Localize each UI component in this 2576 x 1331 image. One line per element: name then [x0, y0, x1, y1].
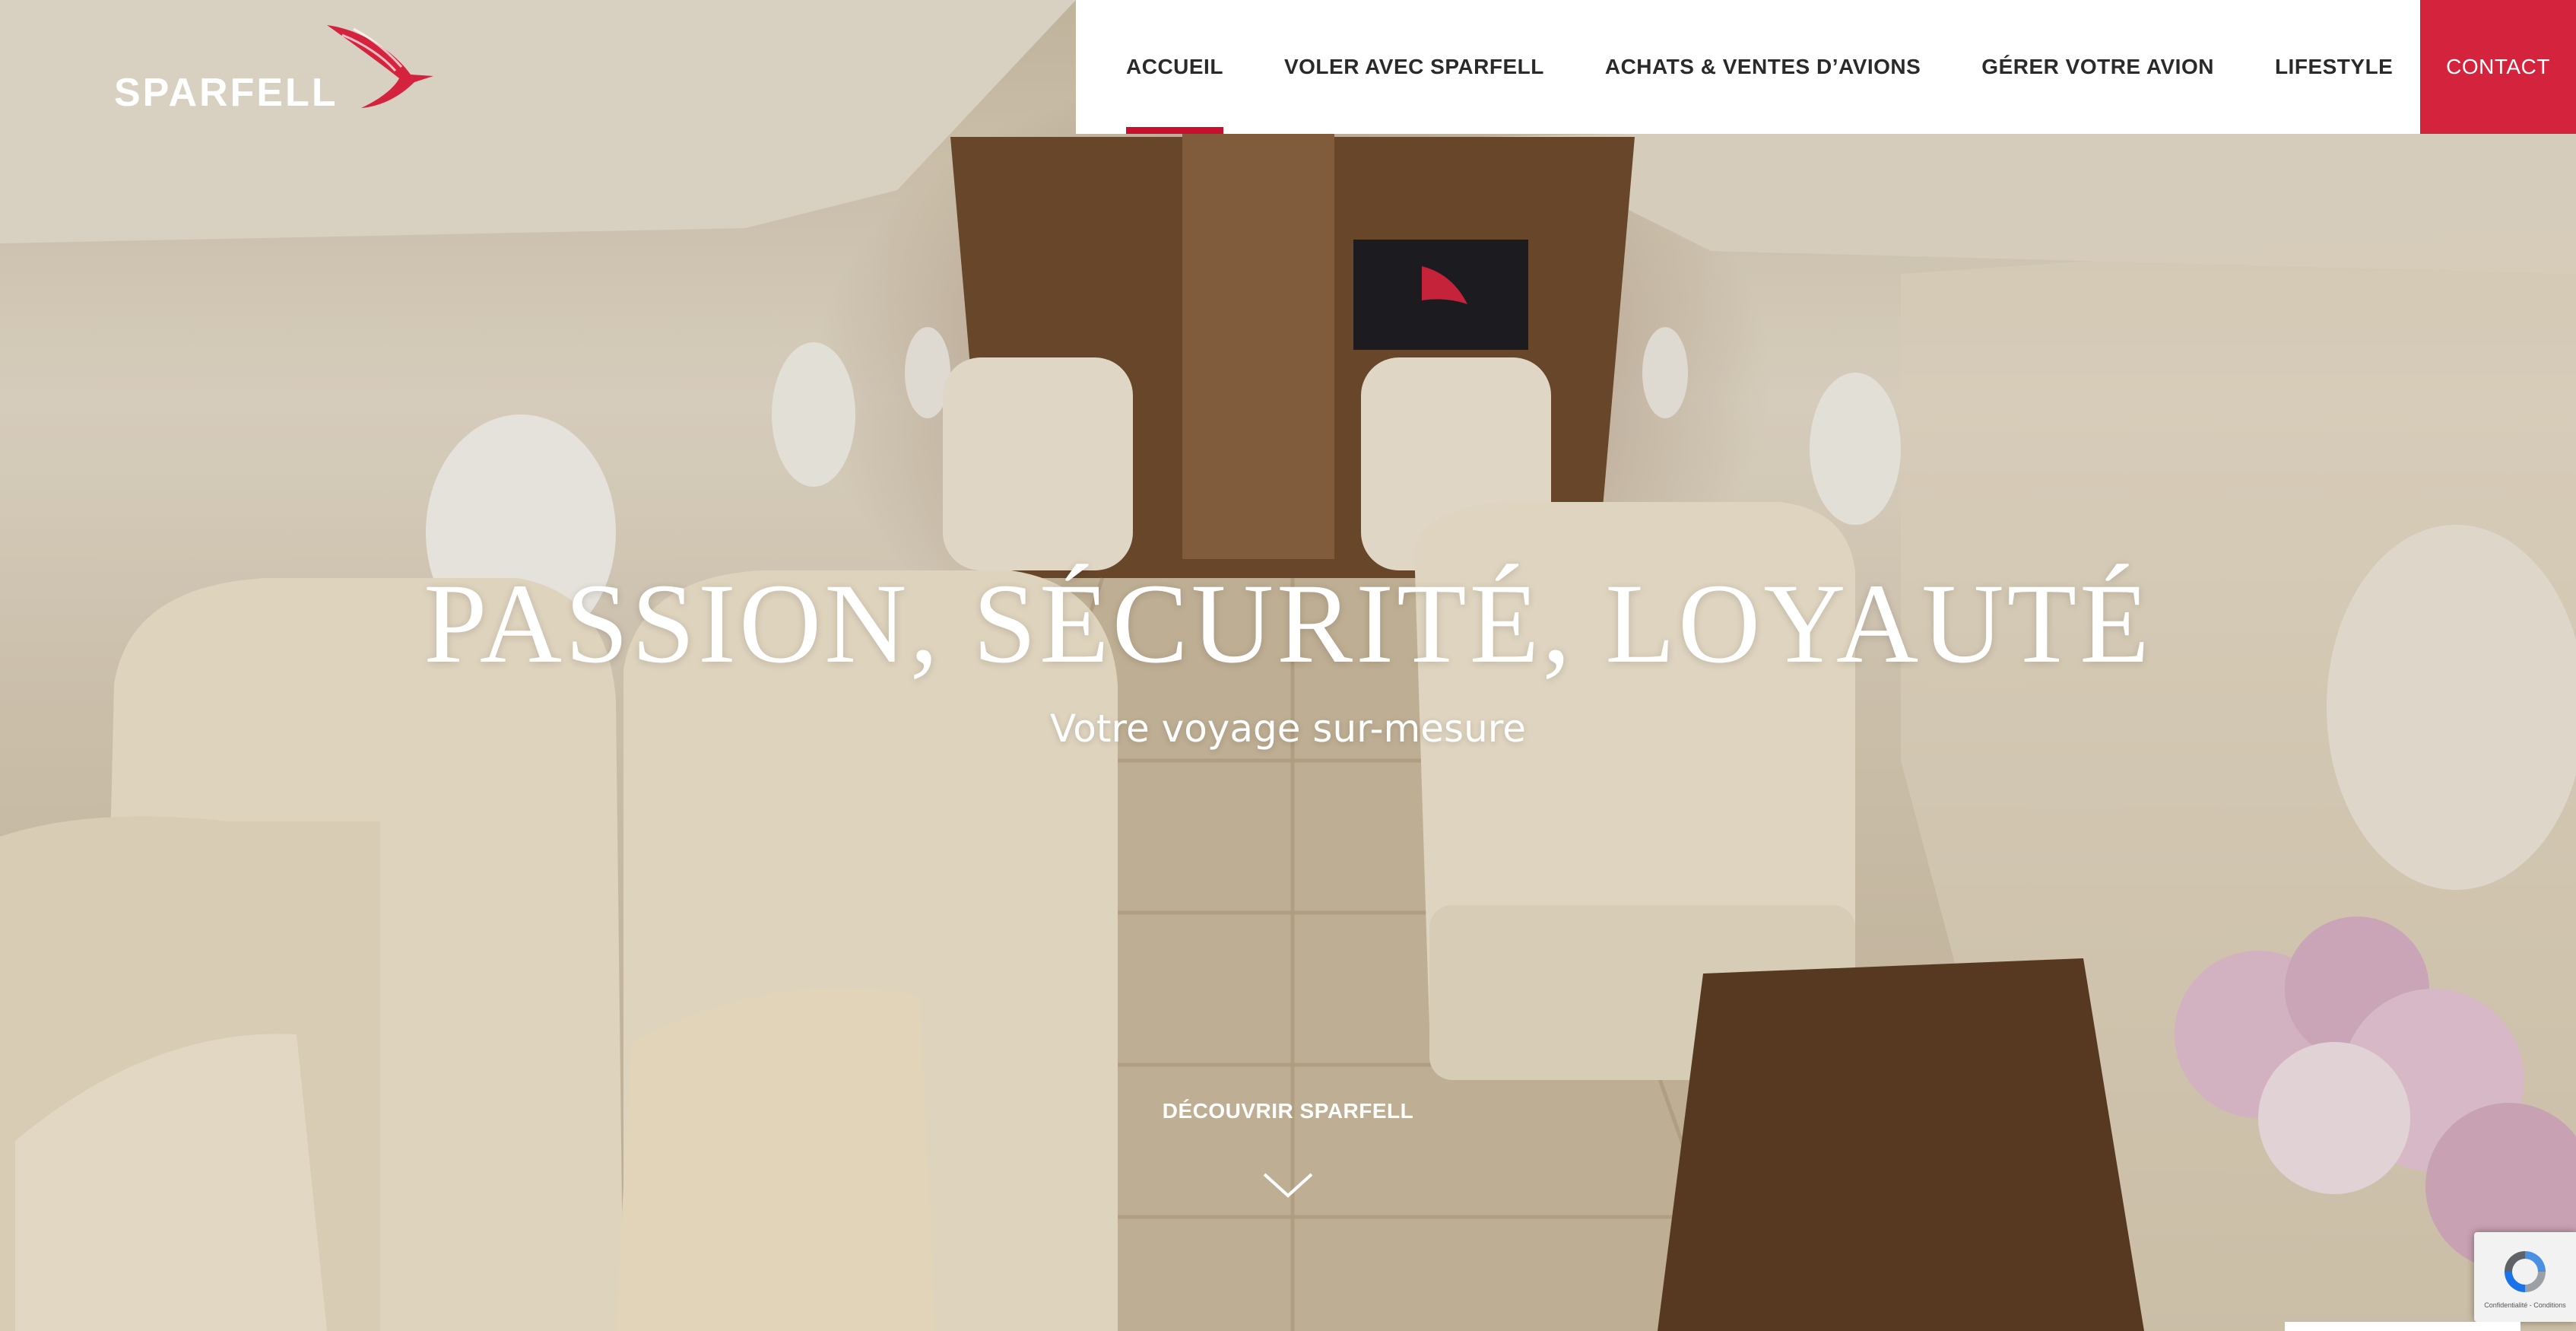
contact-button[interactable]: CONTACT	[2420, 0, 2576, 134]
nav-item-accueil[interactable]: ACCUEIL	[1126, 0, 1223, 134]
recaptcha-badge[interactable]: Confidentialité - Conditions	[2474, 1232, 2576, 1322]
wing-logo-icon	[327, 25, 433, 108]
hero-subheadline: Votre voyage sur-mesure	[1049, 707, 1526, 751]
main-navigation: ACCUEIL VOLER AVEC SPARFELL ACHATS & VEN…	[1076, 0, 2511, 134]
nav-item-achats-ventes[interactable]: ACHATS & VENTES D’AVIONS	[1605, 0, 1921, 134]
nav-item-voler-avec-sparfell[interactable]: VOLER AVEC SPARFELL	[1284, 0, 1544, 134]
chevron-down-icon[interactable]	[1261, 1170, 1315, 1200]
bottom-panel-edge	[2285, 1322, 2520, 1331]
discover-sparfell-link[interactable]: DÉCOUVRIR SPARFELL	[0, 1099, 2576, 1123]
hero-headline: PASSION, SÉCURITÉ, LOYAUTÉ	[424, 561, 2152, 687]
recaptcha-links[interactable]: Confidentialité - Conditions	[2484, 1301, 2566, 1309]
recaptcha-icon	[2505, 1251, 2546, 1292]
logo-wordmark: SPARFELL	[114, 71, 338, 115]
nav-item-gerer-votre-avion[interactable]: GÉRER VOTRE AVION	[1981, 0, 2214, 134]
sparfell-logo[interactable]: SPARFELL	[114, 21, 441, 113]
nav-item-lifestyle[interactable]: LIFESTYLE	[2275, 0, 2393, 134]
